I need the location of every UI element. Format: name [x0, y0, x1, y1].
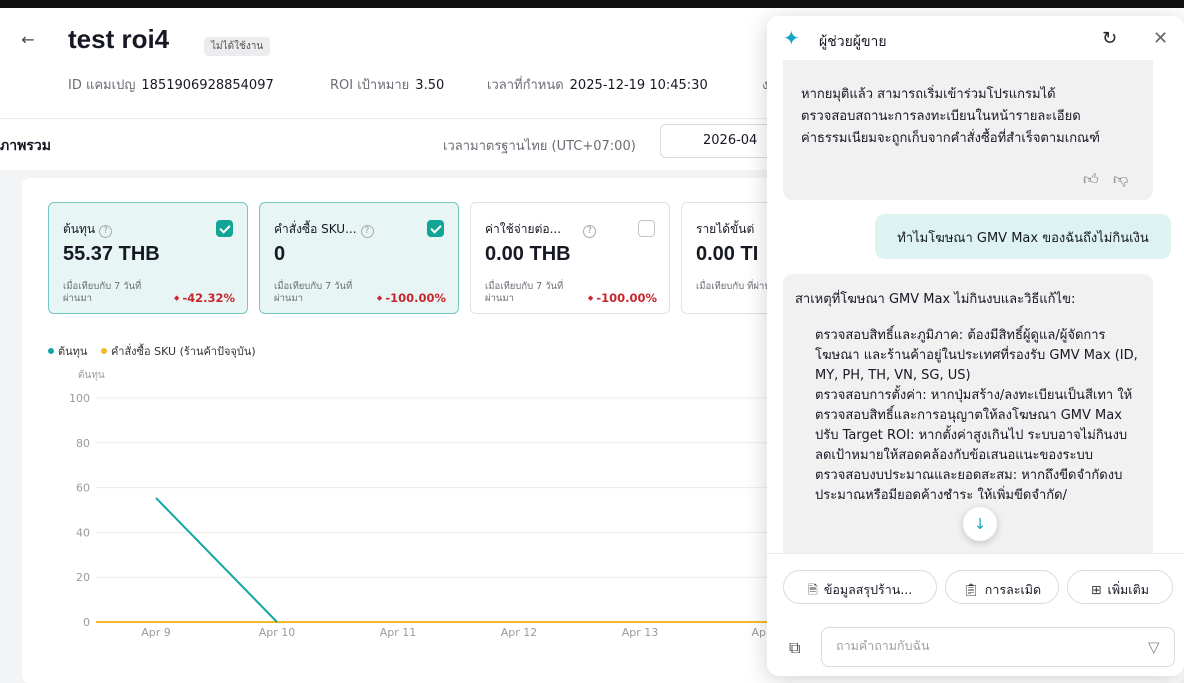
assistant-message: หากยมุติแล้ว สามารถเริ่มเข้าร่วมโปรแกรมไ…	[783, 40, 1153, 200]
y-tick-label: 80	[76, 437, 90, 450]
y-tick-label: 60	[76, 482, 90, 495]
close-icon[interactable]: ✕	[1153, 28, 1168, 49]
series-line-cost	[155, 497, 278, 623]
metric-label: รายได้ขั้นต่	[696, 222, 755, 236]
chip-more[interactable]: ⊞ เพิ่มเติม	[1067, 570, 1173, 604]
x-tick-label: Apr	[751, 626, 767, 639]
assistant-header: ✦ ผู้ช่วยผู้ขาย ↻ ✕	[767, 16, 1184, 60]
x-tick-label: Apr 9	[141, 626, 171, 639]
document-icon: 🗎	[807, 582, 818, 597]
scheduled-time: เวลาที่กำหนด 2025-12-19 10:45:30	[487, 74, 708, 95]
metric-compare-label: เมื่อเทียบกับ 7 วันที่ผ่านมา	[274, 281, 353, 304]
back-button[interactable]: ←	[18, 30, 38, 50]
metric-sku-orders[interactable]: คำสั่งซื้อ SKU...? 0 เมื่อเทียบกับ 7 วัน…	[259, 202, 459, 314]
assistant-message-text: หากยมุติแล้ว สามารถเริ่มเข้าร่วมโปรแกรมไ…	[801, 87, 1100, 146]
chip-label: เพิ่มเติม	[1107, 582, 1149, 597]
scheduled-time-value: 2025-12-19 10:45:30	[569, 78, 708, 93]
clipboard-alert-icon: 📋︎	[962, 582, 979, 597]
x-tick-label: Apr 10	[259, 626, 296, 639]
help-icon[interactable]: ?	[99, 225, 113, 238]
metric-value: 0.00 THB	[485, 243, 571, 265]
help-icon[interactable]: ?	[360, 225, 374, 238]
down-indicator-icon: ◆	[376, 294, 383, 302]
metric-label: ค่าใช้จ่ายต่อ...?	[485, 220, 597, 239]
campaign-title: test roi4	[68, 24, 170, 54]
metric-value: 0.00 TI	[696, 243, 759, 265]
help-icon[interactable]: ?	[583, 225, 597, 238]
sparkle-icon: ✦	[783, 26, 800, 50]
chip-label: ข้อมูลสรุปร้าน...	[823, 582, 913, 597]
down-indicator-icon: ◆	[173, 294, 180, 302]
metric-change-value: -100.00%	[596, 291, 657, 305]
ask-box: ▽	[821, 627, 1175, 667]
line-chart: ต้นทุน 0 20 40 60 80 100 Apr 9 Apr 10 Apr 11 Apr…	[69, 369, 767, 639]
y-tick-label: 40	[76, 526, 90, 539]
target-roi-value: 3.50	[415, 78, 445, 93]
metric-compare-label: เมื่อเทียบกับ 7 วันที่ผ่านมา	[63, 281, 142, 304]
top-strip	[0, 0, 1184, 8]
scheduled-time-label: เวลาที่กำหนด	[487, 78, 564, 93]
timezone-label: เวลามาตรฐานไทย (UTC+07:00)	[443, 139, 636, 154]
metric-change: ◆ -42.32%	[174, 291, 235, 305]
metric-change-value: -42.32%	[182, 291, 235, 305]
grid-icon: ⊞	[1091, 582, 1102, 597]
assistant-title: ผู้ช่วยผู้ขาย	[819, 34, 887, 50]
down-indicator-icon: ◆	[587, 294, 594, 302]
chip-label: การละเมิด	[984, 582, 1042, 597]
campaign-id-label: ID แคมเปญ	[68, 78, 136, 93]
assistant-reply-body: ตรวจสอบสิทธิ์และภูมิภาค: ต้องมีสิทธิ์ผู้…	[815, 328, 1138, 503]
metric-checkbox[interactable]	[427, 220, 444, 237]
thumb-up-icon[interactable]: 👍︎	[1083, 170, 1099, 189]
target-roi-label: ROI เป้าหมาย	[330, 78, 410, 93]
x-tick-label: Apr 12	[501, 626, 538, 639]
metric-change: ◆ -100.00%	[588, 291, 657, 305]
status-badge: ไม่ได้ใช้งาน	[204, 37, 271, 56]
metric-change: ◆ -100.00%	[377, 291, 446, 305]
scroll-down-button[interactable]: ↓	[963, 507, 997, 541]
metric-change-value: -100.00%	[385, 291, 446, 305]
campaign-id-value: 1851906928854097	[141, 78, 274, 93]
ask-input[interactable]	[836, 638, 1126, 653]
y-tick-label: 100	[69, 392, 90, 405]
metric-checkbox[interactable]	[216, 220, 233, 237]
y-tick-label: 0	[83, 616, 90, 629]
new-chat-icon[interactable]: ⧉	[789, 638, 800, 658]
chip-store-summary[interactable]: 🗎 ข้อมูลสรุปร้าน...	[783, 570, 937, 604]
metric-label-text: คำสั่งซื้อ SKU...	[274, 222, 357, 236]
refresh-icon[interactable]: ↻	[1102, 28, 1117, 49]
metric-label-text: ค่าใช้จ่ายต่อ...	[485, 222, 562, 236]
y-axis-label: ต้นทุน	[78, 369, 105, 381]
arrow-left-icon: ←	[21, 30, 35, 49]
metric-cost[interactable]: ต้นทุน? 55.37 THB เมื่อเทียบกับ 7 วันที่…	[48, 202, 248, 314]
overview-title: ภาพรวม	[0, 138, 51, 154]
assistant-reply-intro: สาเหตุที่โฆษณา GMV Max ไม่กินงบและวิธีแก…	[795, 292, 1076, 307]
metric-label-text: ต้นทุน	[63, 222, 96, 236]
metric-label: คำสั่งซื้อ SKU...?	[274, 220, 374, 239]
arrow-down-icon: ↓	[973, 515, 987, 533]
y-tick-label: 20	[76, 571, 90, 584]
x-tick-label: Apr 11	[380, 626, 417, 639]
assistant-footer: 🗎 ข้อมูลสรุปร้าน... 📋︎ การละเมิด ⊞ เพิ่มเติ…	[767, 553, 1184, 676]
date-range-value: 2026-04	[703, 133, 758, 148]
user-message: ทำไมโฆษณา GMV Max ของฉันถึงไม่กินเงิน	[875, 214, 1171, 259]
send-icon[interactable]: ▽	[1148, 638, 1160, 656]
chip-violations[interactable]: 📋︎ การละเมิด	[945, 570, 1059, 604]
metric-cost-per[interactable]: ค่าใช้จ่ายต่อ...? 0.00 THB เมื่อเทียบกับ…	[470, 202, 670, 314]
thumb-down-icon[interactable]: 👎︎	[1113, 170, 1128, 189]
x-tick-label: Apr 13	[622, 626, 659, 639]
metric-compare-label: เมื่อเทียบกับ 7 วันที่ผ่านมา	[485, 281, 564, 304]
campaign-id: ID แคมเปญ 1851906928854097	[68, 74, 274, 95]
metric-value: 0	[274, 243, 286, 265]
seller-assistant-panel: หากยมุติแล้ว สามารถเริ่มเข้าร่วมโปรแกรมไ…	[767, 16, 1184, 676]
metric-value: 55.37 THB	[63, 243, 160, 265]
metric-label: ต้นทุน?	[63, 220, 113, 239]
metric-checkbox[interactable]	[638, 220, 655, 237]
target-roi: ROI เป้าหมาย 3.50	[330, 74, 444, 95]
